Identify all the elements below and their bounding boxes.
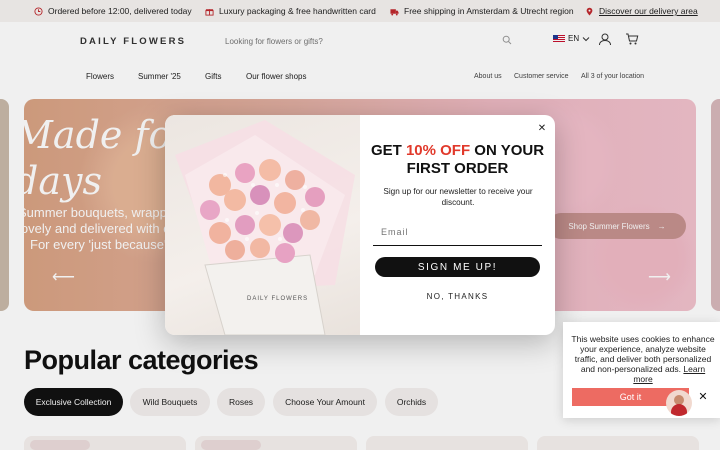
- bouquet-illustration: DAILY FLOWERS: [175, 120, 355, 335]
- no-thanks-button[interactable]: NO, THANKS: [375, 292, 540, 301]
- newsletter-popup: DAILY FLOWERS ✕ GET 10% OFF ON YOUR FIRS…: [165, 115, 555, 335]
- popup-headline: GET 10% OFF ON YOUR FIRST ORDER: [370, 142, 545, 178]
- close-popup-icon[interactable]: ✕: [535, 121, 549, 135]
- bag-logo-text: DAILY FLOWERS: [247, 296, 308, 302]
- headline-discount: 10% OFF: [405, 142, 471, 159]
- bouquet-image: DAILY FLOWERS: [165, 115, 360, 335]
- headline-prefix: GET: [370, 142, 406, 159]
- cookie-banner: This website uses cookies to enhance you…: [563, 322, 720, 418]
- email-field[interactable]: [373, 218, 542, 246]
- close-cookie-icon[interactable]: ✕: [697, 390, 709, 403]
- popup-body-text: Sign up for our newsletter to receive yo…: [383, 187, 533, 207]
- cookie-text: This website uses cookies to enhance you…: [571, 334, 715, 384]
- sign-up-button[interactable]: SIGN ME UP!: [375, 257, 540, 277]
- support-avatar[interactable]: [666, 390, 692, 416]
